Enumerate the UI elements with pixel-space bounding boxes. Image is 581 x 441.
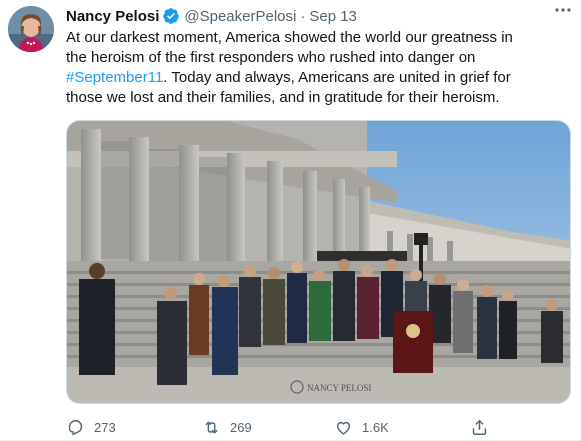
tweet-text-line1: At our darkest moment, America showed th… xyxy=(66,29,513,46)
like-count: 1.6K xyxy=(362,419,389,435)
tweet-text-line4: those we lost and their families, and in… xyxy=(66,89,500,106)
tweet-card[interactable]: Nancy Pelosi @SpeakerPelosi · Sep 13 At … xyxy=(0,0,581,441)
tweet-text-line3: . Today and always, Americans are united… xyxy=(163,69,511,86)
more-icon[interactable] xyxy=(553,2,573,18)
author-name[interactable]: Nancy Pelosi xyxy=(66,8,159,25)
tweet-text-line2: the heroism of the first responders who … xyxy=(66,49,476,66)
tweet-date[interactable]: Sep 13 xyxy=(309,8,357,25)
tweet-header: Nancy Pelosi @SpeakerPelosi · Sep 13 xyxy=(66,6,571,26)
reply-button[interactable]: 273 xyxy=(66,418,116,437)
tweet-photo[interactable]: NANCY PELOSI xyxy=(66,120,571,404)
avatar[interactable] xyxy=(8,6,54,52)
hashtag-link[interactable]: #September11 xyxy=(66,69,163,86)
photo-watermark: NANCY PELOSI xyxy=(307,383,371,393)
share-button[interactable] xyxy=(470,418,498,437)
author-handle[interactable]: @SpeakerPelosi xyxy=(184,8,296,25)
retweet-button[interactable]: 269 xyxy=(202,418,252,437)
verified-badge-icon xyxy=(162,7,180,25)
reply-count: 273 xyxy=(94,419,116,435)
like-icon xyxy=(336,421,351,435)
separator-dot: · xyxy=(300,7,306,25)
like-button[interactable]: 1.6K xyxy=(334,418,389,437)
retweet-count: 269 xyxy=(230,419,252,435)
retweet-icon xyxy=(205,420,218,434)
tweet-text: At our darkest moment, America showed th… xyxy=(66,28,568,108)
share-icon xyxy=(472,419,487,435)
action-bar: 273 269 1.6K xyxy=(66,416,571,438)
reply-icon xyxy=(68,419,83,435)
